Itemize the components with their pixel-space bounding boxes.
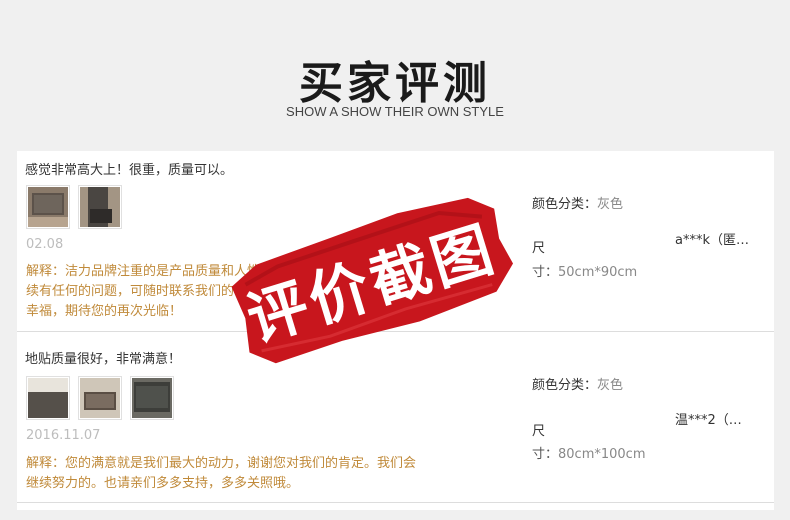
color-attribute: 颜色分类：灰色 [532, 374, 623, 393]
color-value: 灰色 [597, 378, 624, 393]
review-photo[interactable] [78, 185, 122, 229]
review-photos [26, 185, 122, 229]
reviewer-name: a***k（匿… [675, 233, 749, 248]
size-prefix: 寸： [532, 447, 559, 462]
review-date: 02.08 [26, 237, 64, 252]
size-prefix: 寸： [532, 265, 559, 280]
review-item: 地贴质量很好，非常满意！ 2016.11.07 解释：您的满意就是我们最大的动力… [17, 332, 774, 503]
review-photos [26, 376, 174, 420]
color-value: 灰色 [597, 197, 624, 212]
page-header: 买家评测 SHOW A SHOW THEIR OWN STYLE [0, 0, 790, 150]
size-value: 50cm*90cm [558, 265, 638, 280]
review-photo[interactable] [26, 376, 70, 420]
reply-line: 继续努力的。也请亲们多多支持，多多关照哦。 [26, 476, 300, 491]
review-content: 地贴质量很好，非常满意！ [25, 352, 182, 367]
review-photo[interactable] [26, 185, 70, 229]
review-photo[interactable] [78, 376, 122, 420]
reply-line: 解释：您的满意就是我们最大的动力，谢谢您对我们的肯定。我们会 [26, 456, 417, 471]
size-label: 尺 [532, 424, 546, 439]
seller-reply: 解释：您的满意就是我们最大的动力，谢谢您对我们的肯定。我们会 继续努力的。也请亲… [26, 454, 501, 494]
reviewer-name: 温***2（… [675, 413, 742, 428]
review-content: 感觉非常高大上！很重，质量可以。 [25, 163, 234, 178]
size-value: 80cm*100cm [558, 447, 646, 462]
size-attribute: 寸：80cm*100cm [532, 443, 646, 462]
size-attribute: 寸：50cm*90cm [532, 261, 637, 280]
page-subtitle: SHOW A SHOW THEIR OWN STYLE [286, 104, 504, 119]
color-label: 颜色分类： [532, 197, 598, 212]
review-photo[interactable] [130, 376, 174, 420]
page-title: 买家评测 [299, 58, 491, 109]
color-attribute: 颜色分类：灰色 [532, 193, 623, 212]
color-label: 颜色分类： [532, 378, 598, 393]
size-label: 尺 [532, 241, 546, 256]
review-date: 2016.11.07 [26, 428, 101, 443]
